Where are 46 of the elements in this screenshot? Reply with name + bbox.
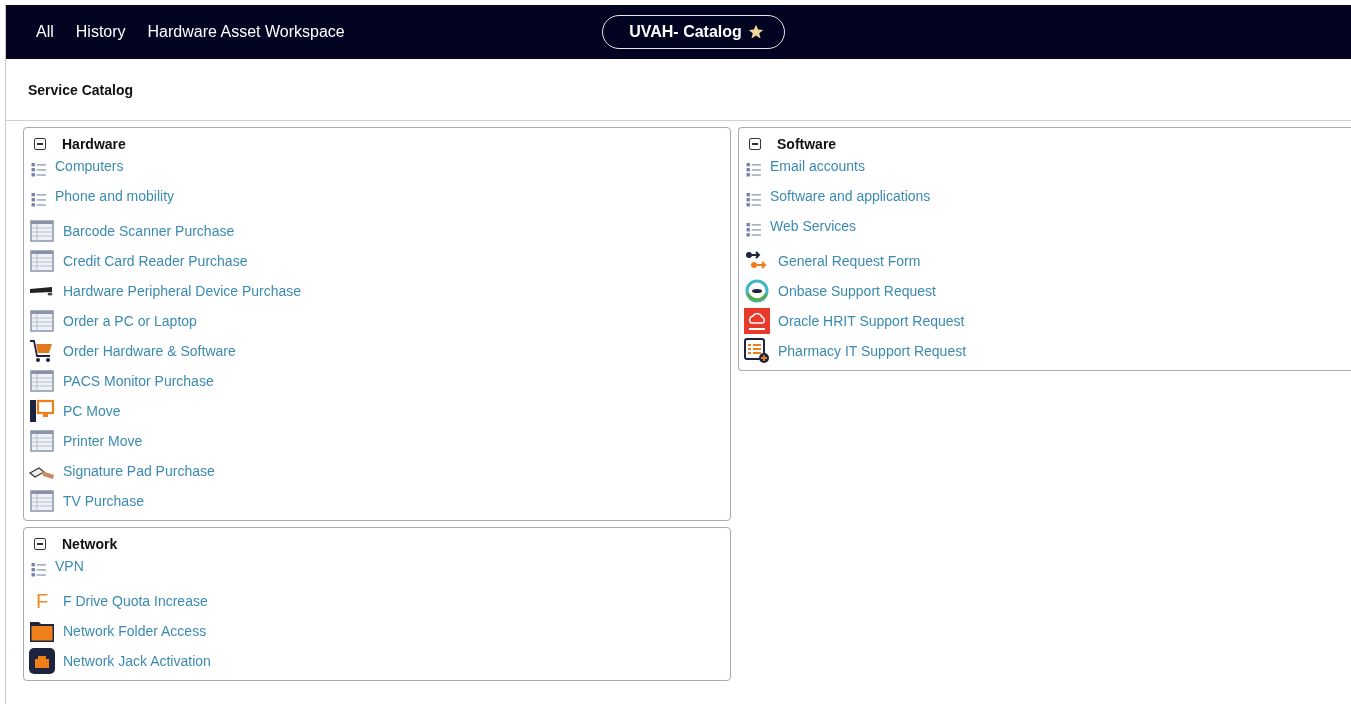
table-icon xyxy=(29,248,55,274)
catalog-link[interactable]: PC Move xyxy=(63,403,121,419)
catalog-link[interactable]: General Request Form xyxy=(778,253,921,269)
catalog-link[interactable]: Onbase Support Request xyxy=(778,283,936,299)
nav-link[interactable]: Hardware Asset Workspace xyxy=(147,23,345,41)
catalog-link[interactable]: Credit Card Reader Purchase xyxy=(63,253,248,269)
catalog-link[interactable]: Order a PC or Laptop xyxy=(63,313,197,329)
catalog-link[interactable]: Phone and mobility xyxy=(55,188,175,204)
catalog-link[interactable]: Order Hardware & Software xyxy=(63,343,236,359)
catalog-link[interactable]: Pharmacy IT Support Request xyxy=(778,343,967,359)
network-port-icon xyxy=(29,648,55,674)
table-icon xyxy=(29,488,55,514)
category-title: Software xyxy=(777,136,837,152)
cloud-icon xyxy=(744,308,770,334)
catalog-link[interactable]: Signature Pad Purchase xyxy=(63,463,215,479)
nav-link[interactable]: History xyxy=(75,23,126,41)
catalog-link[interactable]: Hardware Peripheral Device Purchase xyxy=(63,283,302,299)
category-title: Network xyxy=(62,536,118,552)
catalog-link[interactable]: Oracle HRIT Support Request xyxy=(778,313,965,329)
nav-link[interactable]: All xyxy=(36,23,54,41)
catalog-link[interactable]: TV Purchase xyxy=(63,493,144,509)
catalog-link[interactable]: Email accounts xyxy=(770,158,865,174)
table-icon xyxy=(29,368,55,394)
letter-icon: F xyxy=(29,588,55,614)
collapse-icon[interactable] xyxy=(749,138,761,150)
catalog-link[interactable]: Barcode Scanner Purchase xyxy=(63,223,235,239)
catalog-link[interactable]: PACS Monitor Purchase xyxy=(63,373,214,389)
category-title: Hardware xyxy=(62,136,126,152)
catalog-link[interactable]: Web Services xyxy=(770,218,857,234)
catalog-link[interactable]: F Drive Quota Increase xyxy=(63,593,208,609)
ring-icon xyxy=(744,278,770,304)
collapse-icon[interactable] xyxy=(34,138,46,150)
page-title: Service Catalog xyxy=(28,81,134,98)
collapse-icon[interactable] xyxy=(34,538,46,550)
catalog-link[interactable]: Software and applications xyxy=(770,188,931,204)
catalog-link[interactable]: Printer Move xyxy=(63,433,143,449)
catalog-link[interactable]: Network Jack Activation xyxy=(63,653,211,669)
table-icon xyxy=(29,308,55,334)
form-icon xyxy=(744,338,770,364)
catalog-link[interactable]: Network Folder Access xyxy=(63,623,207,639)
table-icon xyxy=(29,218,55,244)
table-icon xyxy=(29,428,55,454)
computer-icon xyxy=(29,398,55,424)
catalog-link[interactable]: VPN xyxy=(55,558,84,574)
catalog-link[interactable]: Computers xyxy=(55,158,124,174)
shopping-cart-icon xyxy=(29,338,55,364)
